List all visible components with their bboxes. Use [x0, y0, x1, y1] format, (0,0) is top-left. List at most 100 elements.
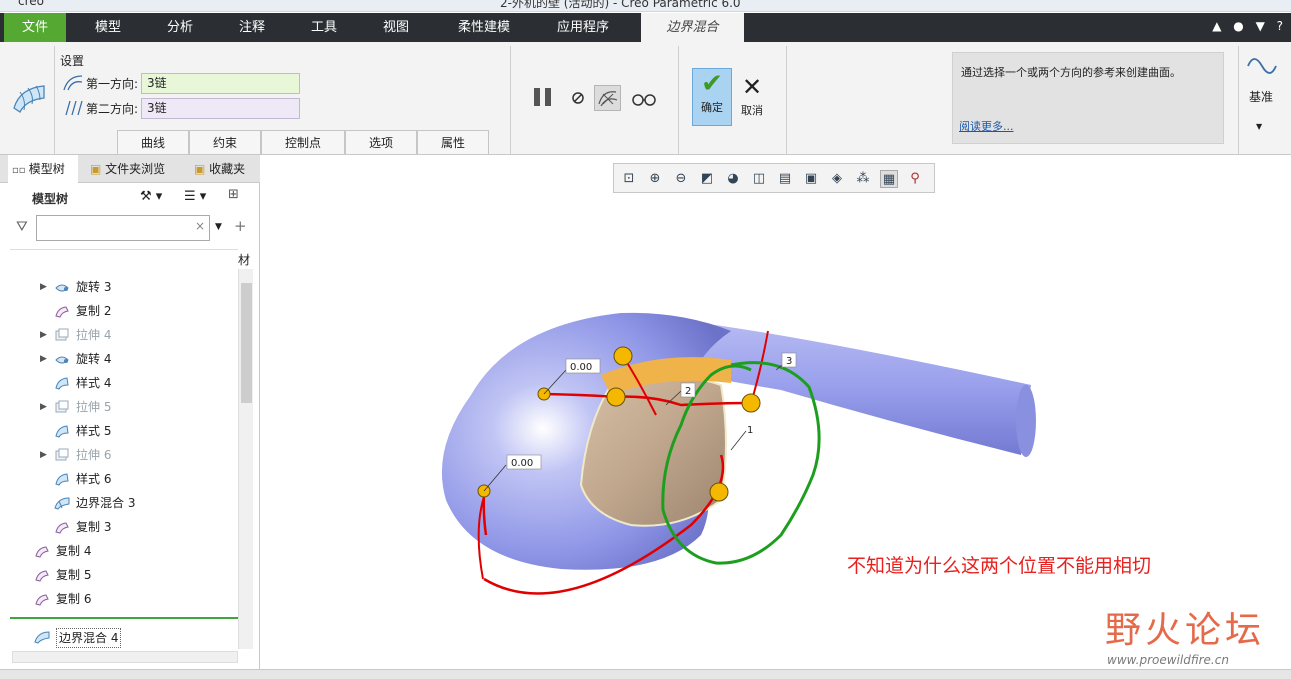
menu-analysis[interactable]: 分析 [152, 13, 208, 42]
tree-item[interactable]: 复制 3 [0, 515, 228, 539]
handle-4[interactable] [606, 387, 626, 407]
tab-curves[interactable]: 曲线 [117, 130, 189, 154]
tree-item-current[interactable]: 边界混合 4 [0, 625, 228, 649]
tree-item[interactable]: 样式 6 [0, 467, 228, 491]
read-more-link[interactable]: 阅读更多... [959, 119, 1014, 134]
expand-arrow-icon[interactable]: ▶ [40, 443, 47, 467]
dim-label-2[interactable]: 0.00 [511, 458, 533, 469]
collapse-icon[interactable]: ▲ [1212, 19, 1221, 33]
expand-arrow-icon[interactable]: ▶ [40, 323, 47, 347]
spin-center-icon[interactable]: ⚲ [906, 170, 924, 188]
graphics-viewport[interactable]: 0.00 0.00 1 2 3 ⊡ ⊕ ⊖ ◩ ◕ ◫ ▤ ▣ ◈ ⁂ ▦ ⚲ … [261, 155, 1291, 669]
help-icon[interactable]: ? [1277, 19, 1283, 33]
panel-title: 模型树 [32, 192, 69, 206]
menubar-icons: ▲ ● ▼ ? [1204, 19, 1283, 33]
zoom-in-icon[interactable]: ⊕ [646, 170, 664, 188]
datum-dropdown-icon[interactable]: ▼ [1256, 122, 1262, 131]
pause-button[interactable] [532, 86, 556, 108]
tree-item[interactable]: ▶ 拉伸 5 [0, 395, 228, 419]
tree-item[interactable]: ▶ 拉伸 4 [0, 323, 228, 347]
datum-display-icon[interactable]: ⁂ [854, 170, 872, 188]
tree-item[interactable]: ▶ 拉伸 6 [0, 443, 228, 467]
dim-label-4[interactable]: 2 [685, 386, 691, 397]
tab-constraints[interactable]: 约束 [189, 130, 261, 154]
menu-tools[interactable]: 工具 [296, 13, 352, 42]
revolve-icon [55, 284, 69, 292]
menu-boundary-blend[interactable]: 边界混合 [641, 13, 744, 42]
repaint-icon[interactable]: ◩ [698, 170, 716, 188]
tab-folder-browser[interactable]: ▣ 文件夹浏览 [86, 155, 178, 183]
copy-icon [55, 522, 69, 534]
tree-item[interactable]: 样式 5 [0, 419, 228, 443]
tab-control-points[interactable]: 控制点 [261, 130, 345, 154]
refit-icon[interactable]: ⊡ [620, 170, 638, 188]
first-direction-field[interactable]: 3链 [141, 73, 300, 94]
menu-applications[interactable]: 应用程序 [544, 13, 622, 42]
ok-button[interactable]: ✔ 确定 [692, 68, 732, 126]
menu-view[interactable]: 视图 [368, 13, 424, 42]
expand-arrow-icon[interactable]: ▶ [40, 395, 47, 419]
handle-6[interactable] [709, 482, 729, 502]
tree-item[interactable]: 边界混合 3 [0, 491, 228, 515]
verify-button[interactable] [630, 90, 658, 108]
tree-item[interactable]: ▶ 旋转 3 [0, 275, 228, 299]
tab-model-tree[interactable]: ▫▫ 模型树 [8, 155, 78, 183]
extrude-icon [55, 448, 69, 461]
second-direction-field[interactable]: 3链 [141, 98, 300, 119]
expand-arrow-icon[interactable]: ▶ [40, 275, 47, 299]
zoom-out-icon[interactable]: ⊖ [672, 170, 690, 188]
dim-label-5[interactable]: 3 [786, 356, 792, 367]
cancel-button[interactable]: ✕ 取消 [736, 72, 768, 124]
annotation-display-icon[interactable]: ▦ [880, 170, 898, 188]
expand-arrow-icon[interactable]: ▶ [40, 347, 47, 371]
perspective-icon[interactable]: ▣ [802, 170, 820, 188]
menu-annotate[interactable]: 注释 [224, 13, 280, 42]
tree-columns-icon[interactable]: ☰ ▾ [184, 189, 206, 204]
tree-filter-toggle-icon[interactable]: ⊞ [228, 187, 239, 202]
dim-label-3[interactable]: 1 [747, 425, 753, 436]
tab-options[interactable]: 选项 [345, 130, 417, 154]
panel-tabs: ▫▫ 模型树 ▣ 文件夹浏览 ▣ 收藏夹 [0, 155, 260, 183]
tree-item-label: 旋转 3 [76, 280, 112, 294]
tree-item[interactable]: 复制 6 [0, 587, 228, 611]
clear-icon[interactable]: × [195, 219, 205, 233]
close-icon: ✕ [741, 73, 763, 101]
tree-item[interactable]: 复制 4 [0, 539, 228, 563]
settings-icon[interactable]: ▼ [1256, 19, 1265, 33]
boundary-blend-icon [34, 631, 50, 644]
tree-settings-icon[interactable]: ⚒ ▾ [140, 189, 162, 204]
feature-preview-button[interactable] [594, 85, 621, 111]
handle-3[interactable] [613, 346, 633, 366]
tree-item[interactable]: 复制 2 [0, 299, 228, 323]
tree-vertical-scrollbar[interactable] [238, 269, 253, 649]
column-header: 材 [238, 253, 251, 267]
app-logo: creo [18, 0, 44, 8]
tab-folder-browser-label: 文件夹浏览 [105, 162, 166, 176]
search-icon[interactable]: ● [1233, 19, 1243, 33]
add-filter-icon[interactable]: + [234, 217, 247, 235]
menu-flexible-modeling[interactable]: 柔性建模 [448, 13, 520, 42]
tree-item[interactable]: ▶ 旋转 4 [0, 347, 228, 371]
display-style-icon[interactable]: ◕ [724, 170, 742, 188]
tree-search-input[interactable]: × [36, 215, 210, 241]
saved-orientations-icon[interactable]: ◫ [750, 170, 768, 188]
tree-horizontal-scrollbar[interactable] [12, 651, 238, 663]
preview-icon [598, 91, 618, 107]
tab-properties[interactable]: 属性 [417, 130, 489, 154]
watermark-logo: 野火论坛 [1105, 610, 1266, 651]
datum-label[interactable]: 基准 [1249, 88, 1273, 105]
search-dropdown-icon[interactable]: ▼ [215, 222, 222, 232]
tab-favorites[interactable]: ▣ 收藏夹 [190, 155, 260, 183]
copy-icon [35, 570, 49, 582]
view-manager-icon[interactable]: ▤ [776, 170, 794, 188]
handle-5[interactable] [741, 393, 761, 413]
tree-item[interactable]: 复制 5 [0, 563, 228, 587]
datum-icon[interactable] [1246, 52, 1278, 80]
no-preview-button[interactable] [570, 90, 586, 106]
dim-label-1[interactable]: 0.00 [570, 362, 592, 373]
status-bar [0, 669, 1291, 679]
tree-item[interactable]: 样式 4 [0, 371, 228, 395]
menu-file[interactable]: 文件 [4, 13, 66, 42]
section-icon[interactable]: ◈ [828, 170, 846, 188]
menu-model[interactable]: 模型 [80, 13, 136, 42]
